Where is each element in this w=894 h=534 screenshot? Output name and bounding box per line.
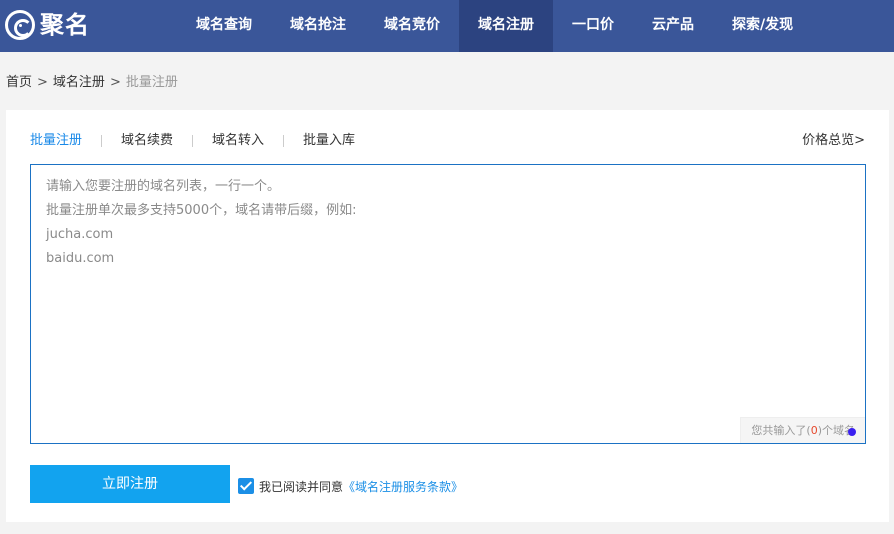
domain-count-prefix: 您共输入了(: [751, 424, 811, 437]
tab-divider: [192, 135, 194, 147]
price-overview-link[interactable]: 价格总览>: [802, 132, 865, 150]
nav-item-domain-snapback[interactable]: 域名抢注: [271, 0, 365, 52]
nav-item-cloud-products[interactable]: 云产品: [633, 0, 713, 52]
breadcrumb: 首页 > 域名注册 > 批量注册: [6, 74, 178, 92]
breadcrumb-domain-register[interactable]: 域名注册: [53, 74, 105, 92]
breadcrumb-current: 批量注册: [125, 75, 178, 90]
top-navigation-bar: 聚名 域名查询 域名抢注 域名竞价 域名注册 一口价 云产品 探索/发现: [0, 0, 894, 52]
agreement-text: 我已阅读并同意: [259, 479, 344, 494]
tab-bulk-import[interactable]: 批量入库: [303, 132, 355, 150]
tab-divider: [101, 135, 103, 147]
main-nav: 域名查询 域名抢注 域名竞价 域名注册 一口价 云产品 探索/发现: [177, 0, 812, 52]
register-tabs: 批量注册 域名续费 域名转入 批量入库: [30, 132, 355, 150]
nav-item-domain-search[interactable]: 域名查询: [177, 0, 271, 52]
breadcrumb-separator: >: [109, 75, 121, 90]
service-terms-link[interactable]: 《域名注册服务条款》: [343, 478, 463, 495]
register-now-button[interactable]: 立即注册: [30, 465, 230, 503]
nav-item-explore[interactable]: 探索/发现: [713, 0, 812, 52]
nav-item-domain-register[interactable]: 域名注册: [459, 0, 553, 52]
bulk-register-card: 批量注册 域名续费 域名转入 批量入库 价格总览> 您共输入了(0)个域名 立即…: [6, 110, 889, 522]
brand-name: 聚名: [40, 11, 90, 39]
agreement-checkbox[interactable]: [238, 478, 254, 494]
domain-count-indicator: 您共输入了(0)个域名: [740, 417, 865, 443]
domain-list-input[interactable]: [31, 165, 865, 443]
breadcrumb-home[interactable]: 首页: [6, 74, 32, 92]
status-dot-icon: [848, 428, 856, 436]
nav-item-domain-auction[interactable]: 域名竞价: [365, 0, 459, 52]
domain-list-input-container: 您共输入了(0)个域名: [30, 164, 866, 444]
agreement-row: 我已阅读并同意 《域名注册服务条款》: [238, 477, 463, 495]
tab-divider: [283, 135, 285, 147]
nav-item-fixed-price[interactable]: 一口价: [553, 0, 633, 52]
tab-bulk-register[interactable]: 批量注册: [30, 132, 82, 150]
tab-domain-transfer[interactable]: 域名转入: [212, 132, 264, 150]
brand-logo[interactable]: 聚名: [5, 9, 90, 41]
domain-count-value: 0: [810, 424, 818, 437]
breadcrumb-separator: >: [37, 75, 48, 90]
tab-domain-renew[interactable]: 域名续费: [121, 132, 173, 150]
brand-logo-icon: [5, 10, 35, 40]
